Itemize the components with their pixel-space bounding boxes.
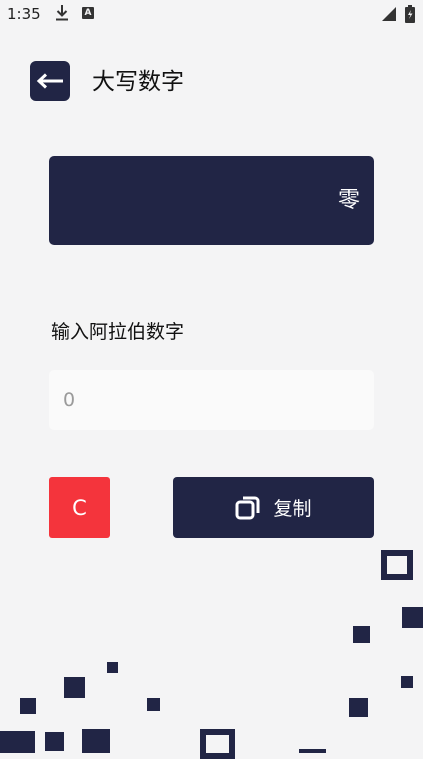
deco-square [401, 676, 413, 688]
copy-button-label: 复制 [273, 498, 312, 520]
deco-square [0, 731, 35, 753]
signal-icon [382, 7, 396, 21]
deco-square [147, 698, 160, 711]
back-button[interactable] [30, 61, 70, 101]
copy-button[interactable]: 复制 [173, 477, 374, 538]
result-text: 零 [337, 188, 360, 213]
number-input[interactable] [49, 370, 374, 430]
arrow-left-icon [36, 73, 63, 89]
deco-square [64, 677, 85, 698]
deco-square [200, 729, 235, 759]
deco-square [299, 749, 326, 753]
deco-square [353, 626, 370, 643]
clear-button[interactable]: C [49, 477, 110, 538]
deco-square [349, 698, 368, 717]
deco-square [45, 732, 64, 751]
deco-square [107, 662, 118, 673]
copy-icon [235, 496, 260, 519]
download-icon [56, 5, 68, 21]
deco-square [381, 550, 413, 580]
notification-a-icon: A [82, 7, 94, 19]
clear-button-label: C [72, 495, 87, 520]
page-title: 大写数字 [92, 69, 184, 95]
deco-square [82, 729, 110, 753]
status-time: 1:35 [7, 5, 41, 23]
battery-icon [405, 5, 415, 23]
status-bar: 1:35 A [0, 0, 423, 28]
input-label: 输入阿拉伯数字 [51, 321, 185, 343]
result-display: 零 [49, 156, 374, 245]
deco-square [20, 698, 36, 714]
deco-square [402, 607, 423, 628]
